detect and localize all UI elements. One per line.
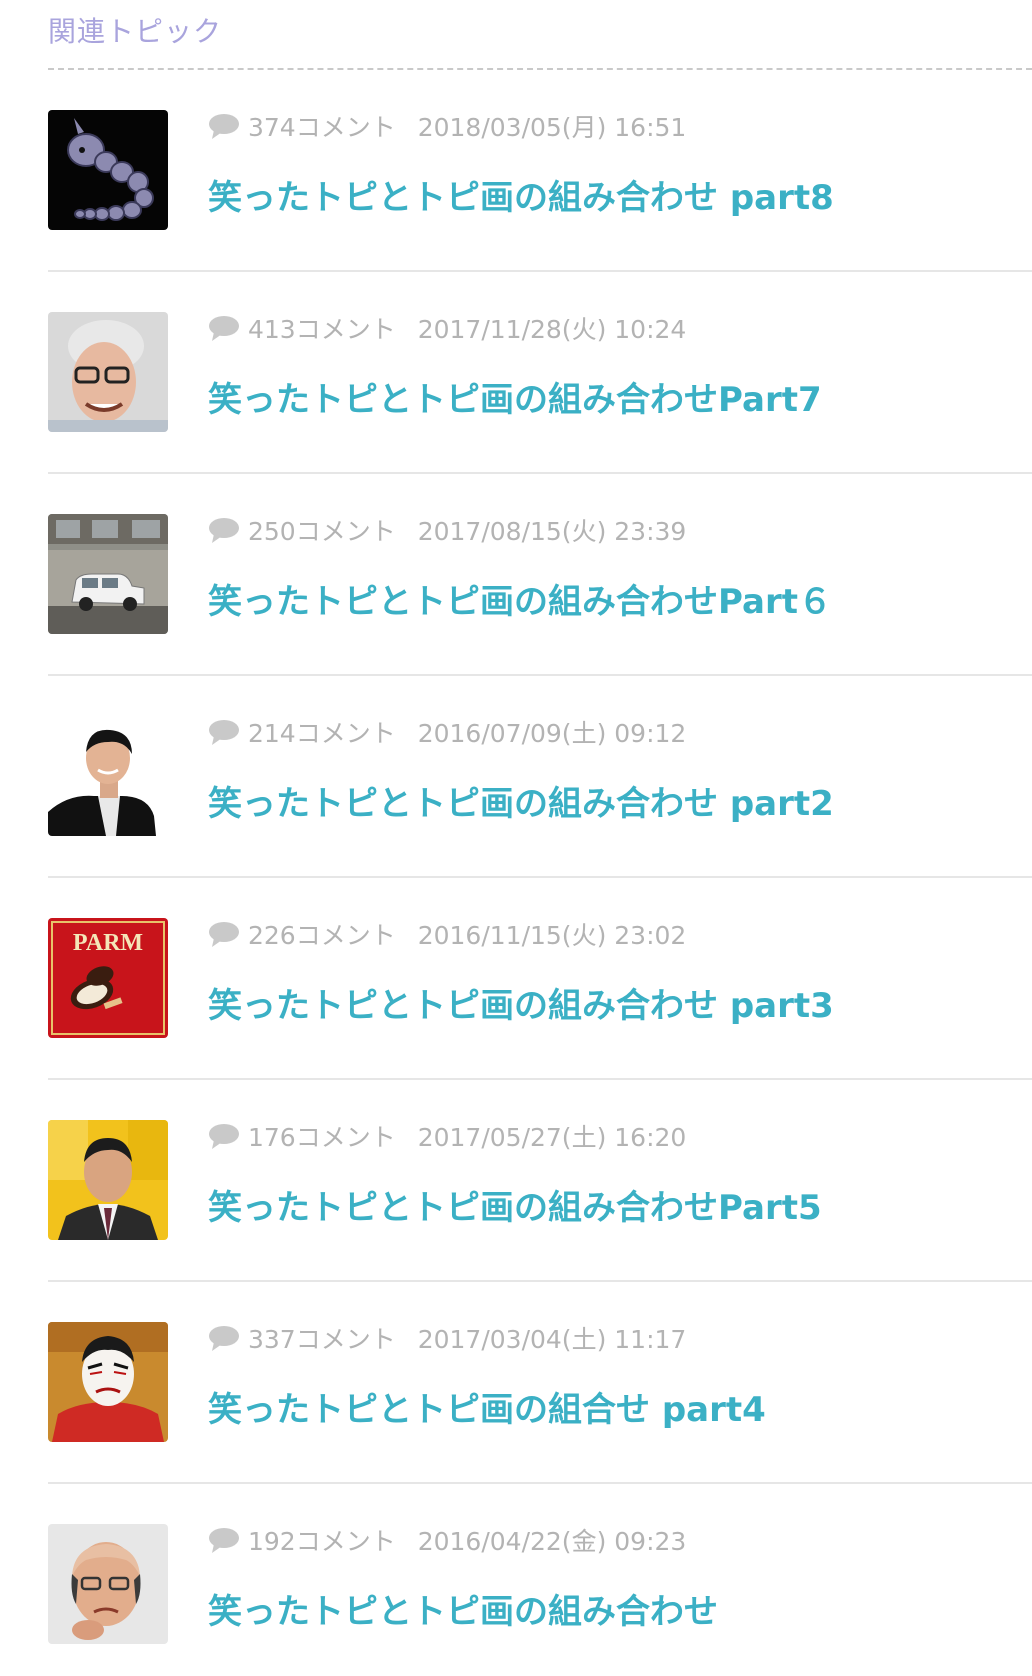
comment-count: 374コメント (248, 113, 396, 142)
post-date: 2018/03/05(月) 16:51 (417, 113, 687, 142)
topic-item[interactable]: 176コメント 2017/05/27(土) 16:20 笑ったトピとトピ画の組み… (48, 1080, 1032, 1282)
topic-title-link[interactable]: 笑ったトピとトピ画の組み合わせPart5 (208, 1184, 822, 1232)
topic-item[interactable]: 192コメント 2016/04/22(金) 09:23 笑ったトピとトピ画の組み… (48, 1484, 1032, 1676)
post-date: 2016/04/22(金) 09:23 (417, 1527, 687, 1556)
topic-item[interactable]: 374コメント 2018/03/05(月) 16:51 笑ったトピとトピ画の組み… (48, 70, 1032, 272)
post-date: 2017/11/28(火) 10:24 (417, 315, 687, 344)
topic-thumbnail[interactable] (48, 1524, 168, 1644)
comment-bubble-icon (208, 1526, 240, 1554)
post-date: 2016/07/09(土) 09:12 (417, 719, 687, 748)
comment-bubble-icon (208, 314, 240, 342)
topic-title-link[interactable]: 笑ったトピとトピ画の組合せ part4 (208, 1386, 766, 1434)
topic-thumbnail[interactable]: PARM (48, 918, 168, 1038)
topic-thumbnail[interactable] (48, 312, 168, 432)
post-date: 2017/08/15(火) 23:39 (417, 517, 687, 546)
topic-item[interactable]: PARM 226コメント 2016/11/15(火) 23:02 笑ったトピとト… (48, 878, 1032, 1080)
related-topics-section: 関連トピック 374コメント 2018/03/05(月) 16:51 笑ったトピ… (0, 0, 1032, 1676)
topic-title-link[interactable]: 笑ったトピとトピ画の組み合わせ part2 (208, 780, 834, 828)
topic-meta: 413コメント 2017/11/28(火) 10:24 (208, 310, 686, 346)
topic-item[interactable]: 250コメント 2017/08/15(火) 23:39 笑ったトピとトピ画の組み… (48, 474, 1032, 676)
topic-title-link[interactable]: 笑ったトピとトピ画の組み合わせPart7 (208, 376, 822, 424)
topic-meta: 374コメント 2018/03/05(月) 16:51 (208, 108, 686, 144)
topic-list: 374コメント 2018/03/05(月) 16:51 笑ったトピとトピ画の組み… (48, 70, 1032, 1676)
comment-bubble-icon (208, 112, 240, 140)
topic-meta: 250コメント 2017/08/15(火) 23:39 (208, 512, 686, 548)
post-date: 2016/11/15(火) 23:02 (417, 921, 687, 950)
topic-meta: 176コメント 2017/05/27(土) 16:20 (208, 1118, 686, 1154)
topic-title-link[interactable]: 笑ったトピとトピ画の組み合わせPart６ (208, 578, 832, 626)
comment-count: 192コメント (248, 1527, 396, 1556)
topic-meta: 214コメント 2016/07/09(土) 09:12 (208, 714, 686, 750)
topic-item[interactable]: 413コメント 2017/11/28(火) 10:24 笑ったトピとトピ画の組み… (48, 272, 1032, 474)
topic-title-link[interactable]: 笑ったトピとトピ画の組み合わせ (208, 1588, 718, 1636)
comment-count: 226コメント (248, 921, 396, 950)
comment-bubble-icon (208, 516, 240, 544)
comment-count: 214コメント (248, 719, 396, 748)
section-title: 関連トピック (48, 15, 223, 48)
comment-bubble-icon (208, 920, 240, 948)
comment-bubble-icon (208, 718, 240, 746)
comment-bubble-icon (208, 1122, 240, 1150)
comment-count: 413コメント (248, 315, 396, 344)
parm-logo-text: PARM (73, 930, 143, 956)
topic-meta: 337コメント 2017/03/04(土) 11:17 (208, 1320, 686, 1356)
topic-item[interactable]: 214コメント 2016/07/09(土) 09:12 笑ったトピとトピ画の組み… (48, 676, 1032, 878)
comment-count: 176コメント (248, 1123, 396, 1152)
topic-thumbnail[interactable] (48, 110, 168, 230)
topic-title-link[interactable]: 笑ったトピとトピ画の組み合わせ part3 (208, 982, 834, 1030)
post-date: 2017/05/27(土) 16:20 (417, 1123, 687, 1152)
topic-thumbnail[interactable] (48, 1322, 168, 1442)
topic-thumbnail[interactable] (48, 1120, 168, 1240)
topic-item[interactable]: 337コメント 2017/03/04(土) 11:17 笑ったトピとトピ画の組合… (48, 1282, 1032, 1484)
topic-thumbnail[interactable] (48, 514, 168, 634)
topic-title-link[interactable]: 笑ったトピとトピ画の組み合わせ part8 (208, 174, 834, 222)
topic-meta: 226コメント 2016/11/15(火) 23:02 (208, 916, 686, 952)
topic-meta: 192コメント 2016/04/22(金) 09:23 (208, 1522, 686, 1558)
comment-count: 250コメント (248, 517, 396, 546)
post-date: 2017/03/04(土) 11:17 (417, 1325, 687, 1354)
comment-bubble-icon (208, 1324, 240, 1352)
comment-count: 337コメント (248, 1325, 396, 1354)
topic-thumbnail[interactable] (48, 716, 168, 836)
